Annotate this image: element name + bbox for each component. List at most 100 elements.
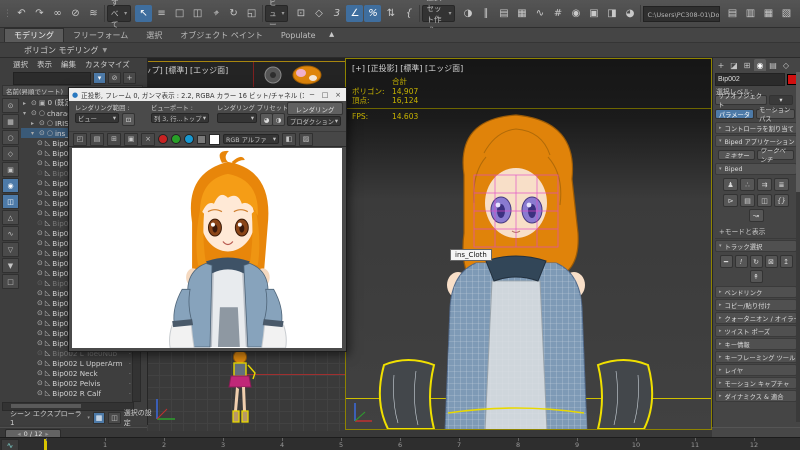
use-pivot-icon[interactable]: ⊡ xyxy=(292,5,309,22)
folder-open-icon[interactable]: ▥ xyxy=(742,5,759,22)
clear-image-icon[interactable]: × xyxy=(141,133,155,146)
tab-display[interactable]: ▤ xyxy=(767,59,779,71)
align-icon[interactable]: ∥ xyxy=(477,5,494,22)
render-icon[interactable]: ◕ xyxy=(621,5,638,22)
explorer-menu-item[interactable]: 表示 xyxy=(37,59,52,70)
viewport-ortho-label[interactable]: [+] [正投影] [標準] [エッジ面] xyxy=(352,63,463,74)
window-crossing-icon[interactable]: ◫ xyxy=(189,5,206,22)
maximize-icon[interactable]: □ xyxy=(320,91,330,99)
tree-item[interactable]: ⊙ ◺ Bip002 Pelvis· xyxy=(21,378,131,388)
character-front-mini[interactable] xyxy=(219,350,261,431)
production-dropdown[interactable]: プロダクション▾ xyxy=(287,116,341,126)
subobject-level-dropdown[interactable]: ▾ xyxy=(769,95,793,105)
rollout-copy-paste[interactable]: ▸コピー/貼り付け xyxy=(715,299,797,311)
load-file-icon[interactable]: ▤ xyxy=(740,194,755,207)
rollout-layers[interactable]: ▸レイヤ xyxy=(715,364,797,376)
rollout-bend-links[interactable]: ▸ベンドリンク xyxy=(715,286,797,298)
area-to-render-dropdown[interactable]: ビュー▾ xyxy=(75,113,119,123)
convert-icon[interactable]: {} xyxy=(774,194,789,207)
object-name-field[interactable] xyxy=(715,73,785,86)
explorer-menu-item[interactable]: 選択 xyxy=(13,59,28,70)
ribbon-minimize-icon[interactable]: ▴ xyxy=(325,28,339,41)
rollout-quaternion-euler[interactable]: ▸クォータニオン / オイラー xyxy=(715,312,797,324)
viewport-front[interactable] xyxy=(147,350,345,431)
alpha-channel-icon[interactable] xyxy=(197,135,206,144)
tab-create[interactable]: + xyxy=(715,59,727,71)
rollout-biped[interactable]: ▾Biped xyxy=(715,163,797,175)
lock-icon[interactable]: ⊘ xyxy=(108,72,121,84)
viewport-dropdown[interactable]: 列 3, 行...トップ▾ xyxy=(151,113,209,123)
motion-paths-button[interactable]: モーション パス xyxy=(756,109,795,119)
snap-3d-icon[interactable]: 3 xyxy=(328,5,345,22)
ribbon-tab[interactable]: フリーフォーム xyxy=(64,28,137,42)
render-setup-icon[interactable]: ▣ xyxy=(585,5,602,22)
save-file-icon[interactable]: ◫ xyxy=(757,194,772,207)
body-vertical-icon[interactable]: ! xyxy=(735,255,748,268)
parameters-button[interactable]: パラメータ xyxy=(715,109,754,119)
rollout-twist-poses[interactable]: ▸ツイスト ポーズ xyxy=(715,325,797,337)
selection-filter-dropdown[interactable]: すべて▾ xyxy=(107,5,131,22)
tab-hierarchy[interactable]: ⊞ xyxy=(741,59,753,71)
body-horizontal-icon[interactable]: ━ xyxy=(720,255,733,268)
schematic-view-icon[interactable]: # xyxy=(549,5,566,22)
viewport-orthographic[interactable]: [+] [正投影] [標準] [エッジ面] 合計 ポリゴン:14,907頂点:1… xyxy=(345,58,712,430)
filter-display-icon[interactable]: ⊙ xyxy=(2,98,19,113)
edit-named-selection-icon[interactable]: { xyxy=(400,5,417,22)
background-swatch[interactable] xyxy=(209,134,220,145)
ribbon-tab[interactable]: Populate xyxy=(272,28,325,42)
folder-save-icon[interactable]: ▦ xyxy=(760,5,777,22)
mixer-button[interactable]: ミキサー xyxy=(718,150,755,160)
ribbon-tab[interactable]: モデリング xyxy=(4,28,64,42)
tab-motion[interactable]: ◉ xyxy=(754,59,766,71)
command-panel-scrollbar[interactable] xyxy=(796,72,800,422)
bind-spacewarp-icon[interactable]: ≋ xyxy=(85,5,102,22)
clone-window-icon[interactable]: ⊞ xyxy=(107,133,121,146)
find-dropdown-icon[interactable]: ▾ xyxy=(93,72,106,84)
rollout-assign-controller[interactable]: ▸コントローラを割り当て xyxy=(715,122,797,134)
rectangular-region-icon[interactable]: □ xyxy=(171,5,188,22)
filter-geometry-icon[interactable]: ▦ xyxy=(2,114,19,129)
opposite-icon[interactable]: ↟ xyxy=(750,270,763,283)
folder-gear-icon[interactable]: ▤ xyxy=(724,5,741,22)
named-selection-set-field[interactable]: 選択セット作成▾ xyxy=(422,5,455,22)
select-scale-icon[interactable]: ◱ xyxy=(243,5,260,22)
rollout-key-info[interactable]: ▸キー情報 xyxy=(715,338,797,350)
tree-item[interactable]: ⊙ ◺ Bip002 R Calf· xyxy=(21,388,131,398)
filter-lights-icon[interactable]: ◇ xyxy=(2,146,19,161)
filter-helpers-icon[interactable]: ◉ xyxy=(2,178,19,193)
rollout-keyframing-tools[interactable]: ▸キーフレーミング ツール xyxy=(715,351,797,363)
track-bar[interactable]: ∿ 123456789101112 xyxy=(0,437,800,450)
render-button[interactable]: レンダリング xyxy=(287,102,343,115)
symmetrical-icon[interactable]: ↥ xyxy=(780,255,793,268)
explorer-search-input[interactable] xyxy=(13,72,91,85)
explorer-pin-icon[interactable]: ▦ xyxy=(93,412,105,424)
body-rotation-icon[interactable]: ↻ xyxy=(750,255,763,268)
biped-playback-icon[interactable]: ⊳ xyxy=(723,194,738,207)
filter-cameras-icon[interactable]: ▣ xyxy=(2,162,19,177)
layer-manager-icon[interactable]: ▤ xyxy=(495,5,512,22)
curve-editor-icon[interactable]: ∿ xyxy=(531,5,548,22)
folder-sync-icon[interactable]: ▧ xyxy=(778,5,795,22)
explorer-name-dropdown[interactable]: シーン エクスプローラ 1 xyxy=(10,409,84,427)
figure-mode-icon[interactable]: ♟ xyxy=(723,178,738,191)
lock-icon[interactable]: ⊡ xyxy=(122,113,135,126)
project-path-field[interactable]: C:\Users\PC308-01\Documen...生用\A18022003… xyxy=(643,6,720,22)
footstep-mode-icon[interactable]: ∴ xyxy=(740,178,755,191)
tree-item[interactable]: ⊙ ◺ Bip002 L UpperArm· xyxy=(21,358,131,368)
spinner-snap-icon[interactable]: ⇅ xyxy=(382,5,399,22)
filter-shapes-icon[interactable]: ○ xyxy=(2,130,19,145)
mini-curve-editor-icon[interactable]: ∿ xyxy=(1,439,19,450)
undo-icon[interactable]: ↶ xyxy=(13,5,30,22)
tab-modify[interactable]: ◪ xyxy=(728,59,740,71)
motion-flow-mode-icon[interactable]: ⇉ xyxy=(757,178,772,191)
lock-com-keying-icon[interactable]: ⊠ xyxy=(765,255,778,268)
rendered-frame-icon[interactable]: ◨ xyxy=(603,5,620,22)
modes-display-expander[interactable]: +モードと表示 xyxy=(715,225,797,239)
filter-frozen-icon[interactable]: □ xyxy=(2,274,19,289)
ribbon-tab[interactable]: オブジェクト ペイント xyxy=(171,28,272,42)
workbench-button[interactable]: ワークベンチ xyxy=(757,150,794,160)
mirror-icon[interactable]: ◑ xyxy=(459,5,476,22)
ribbon-toggle-icon[interactable]: ▦ xyxy=(513,5,530,22)
save-image-icon[interactable]: ◰ xyxy=(73,133,87,146)
toggle-ui-icon[interactable]: ◧ xyxy=(282,133,296,146)
